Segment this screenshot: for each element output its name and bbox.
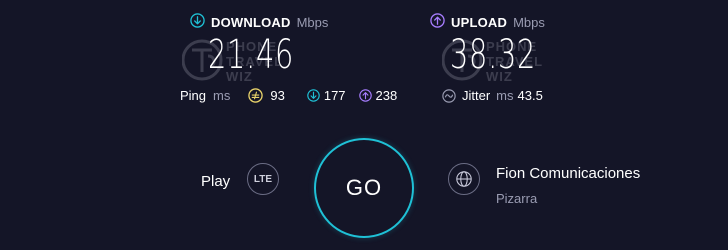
download-header: DOWNLOAD Mbps <box>190 13 328 31</box>
ping-row: Ping ms 93 177 238 <box>180 88 397 103</box>
upload-arrow-icon <box>430 13 445 31</box>
jitter-value: 43.5 <box>517 88 543 103</box>
download-arrow-icon <box>190 13 205 31</box>
ping-upload-icon <box>358 89 372 102</box>
upload-header: UPLOAD Mbps <box>430 13 545 31</box>
ping-upload-value: 238 <box>375 88 398 103</box>
ping-unit: ms <box>213 88 231 103</box>
ping-download-icon <box>307 89 320 102</box>
server-globe-button[interactable] <box>448 163 480 195</box>
network-name: Play <box>201 173 231 190</box>
network-type-label: LTE <box>253 173 273 185</box>
upload-unit: Mbps <box>513 14 545 30</box>
ping-label: Ping <box>180 88 207 103</box>
provider-name[interactable]: Fion Comunicaciones <box>496 165 640 182</box>
download-unit: Mbps <box>296 14 329 30</box>
network-type-icon[interactable]: LTE <box>247 163 279 195</box>
ping-download-value: 177 <box>323 88 346 103</box>
jitter-wave-icon <box>442 88 456 103</box>
ping-idle-value: 93 <box>270 88 285 103</box>
download-label: DOWNLOAD <box>211 14 291 30</box>
provider-location: Pizarra <box>496 191 538 206</box>
globe-icon <box>455 170 473 188</box>
ping-idle-icon <box>248 88 264 103</box>
upload-label: UPLOAD <box>451 14 508 30</box>
jitter-row: Jitter ms 43.5 <box>442 88 543 103</box>
jitter-unit: ms <box>496 88 514 103</box>
download-value: 21.46 <box>208 32 295 78</box>
go-button[interactable]: GO <box>314 138 414 238</box>
upload-value: 38.32 <box>450 32 537 78</box>
go-button-label: GO <box>345 175 383 200</box>
jitter-label: Jitter <box>462 88 491 103</box>
